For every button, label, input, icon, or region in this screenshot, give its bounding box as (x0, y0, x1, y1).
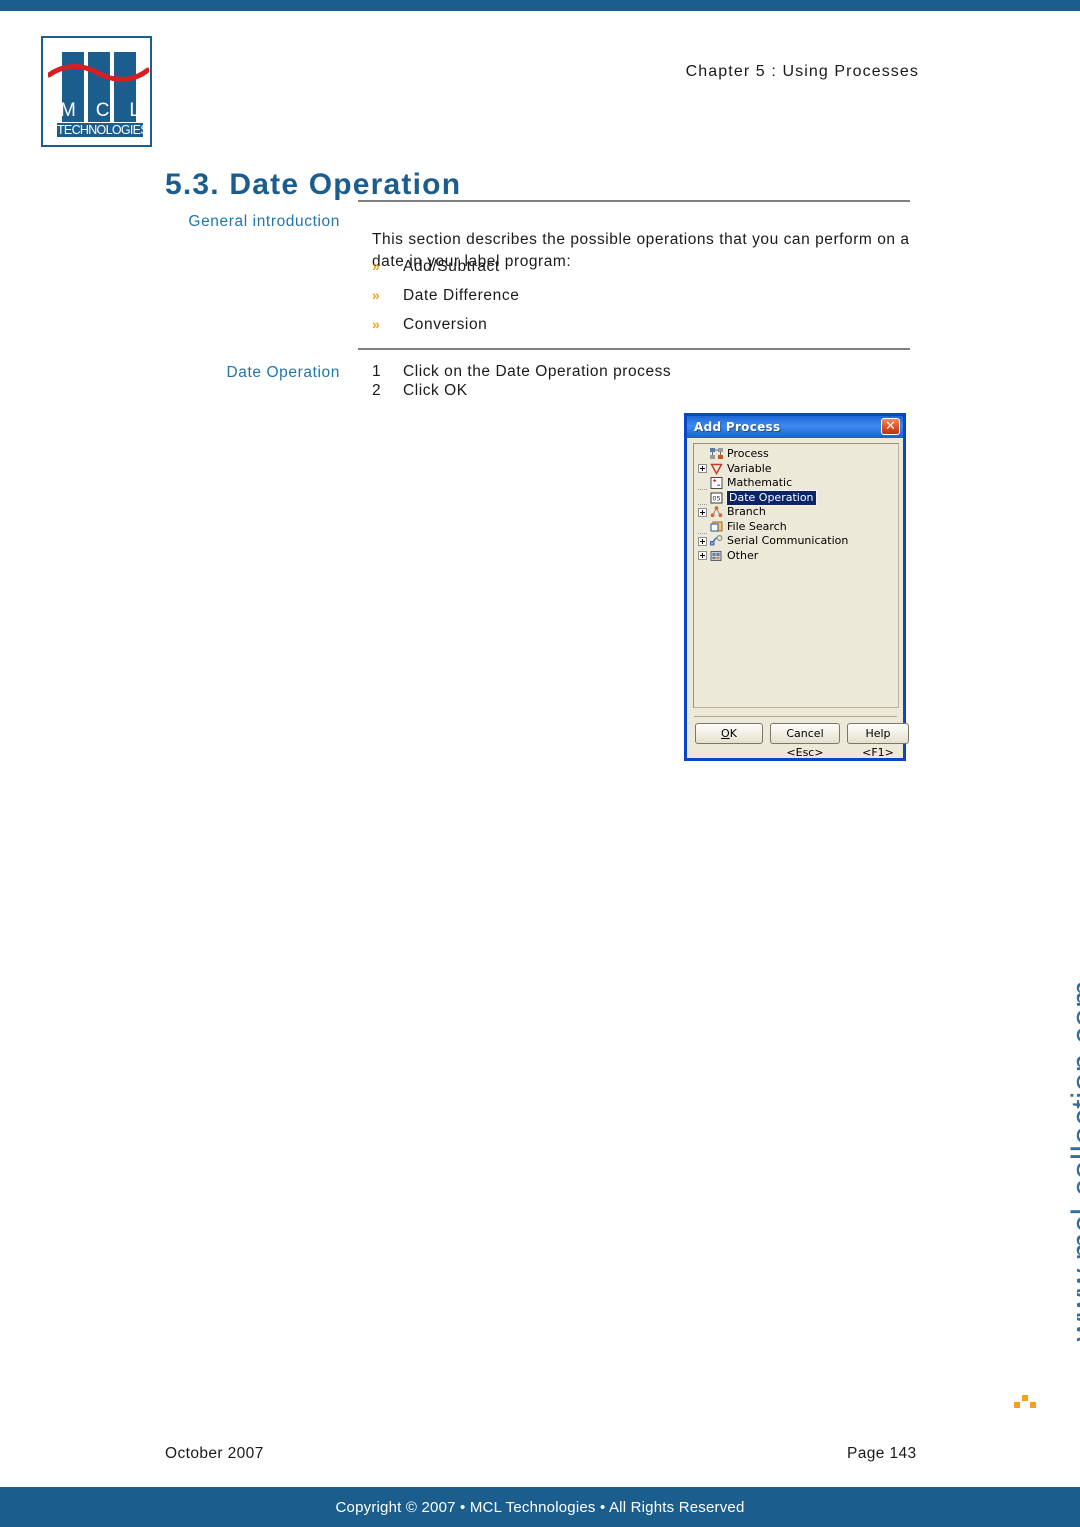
tree-node-file-search[interactable]: File Search (698, 520, 848, 535)
logo-letter-l: L (129, 100, 140, 121)
list-item: » Conversion (372, 316, 852, 345)
mcl-logo: M C L TECHNOLOGIES (41, 36, 152, 147)
watermark-logo-icon (1014, 1395, 1036, 1408)
divider-middle (358, 348, 910, 350)
chapter-header: Chapter 5 : Using Processes (685, 63, 919, 80)
general-introduction-label: General introduction (188, 213, 340, 230)
svg-text:05: 05 (712, 494, 720, 502)
expand-icon[interactable] (698, 507, 707, 517)
logo-wave-icon (48, 64, 149, 82)
footer-copyright-text: Copyright © 2007 • MCL Technologies • Al… (335, 1498, 745, 1516)
dialog-body: Process Variable Mathematic 05 Date Oper… (687, 438, 909, 759)
variable-icon (710, 463, 723, 475)
list-item-label: Conversion (403, 316, 488, 333)
page-top-accent-bar (0, 0, 1080, 11)
expand-icon[interactable] (698, 464, 707, 474)
tree-node-label: Variable (727, 461, 772, 475)
logo-letters: M C L (60, 100, 140, 122)
list-item: » Date Difference (372, 287, 852, 316)
tree-node-mathematic[interactable]: Mathematic (698, 476, 848, 491)
branch-icon (710, 506, 723, 518)
divider-top (358, 200, 910, 202)
serial-communication-icon (710, 535, 723, 547)
file-search-icon (710, 521, 723, 533)
tree-node-label: File Search (727, 519, 787, 533)
page-title: 5.3. Date Operation (165, 168, 462, 202)
ok-button-label: K (729, 727, 737, 740)
dialog-title: Add Process (694, 420, 781, 434)
step-text: Click on the Date Operation process (403, 363, 672, 380)
logo-tagline: TECHNOLOGIES (57, 123, 149, 137)
footer-date: October 2007 (165, 1445, 264, 1462)
chevron-bullet-icon: » (372, 287, 381, 303)
tree-node-other[interactable]: Other (698, 549, 848, 564)
tree-node-label: Other (727, 548, 759, 562)
ok-button-accelerator: O (721, 727, 730, 740)
list-item-label: Date Difference (403, 287, 520, 304)
tree-node-label: Serial Communication (727, 534, 849, 548)
chevron-bullet-icon: » (372, 316, 381, 332)
step-number: 1 (372, 363, 382, 380)
logo-letter-m: M (60, 100, 76, 121)
tree-node-label: Process (727, 447, 769, 461)
tree-node-label: Branch (727, 505, 766, 519)
expand-icon[interactable] (698, 536, 707, 546)
cancel-button[interactable]: Cancel <Esc> (770, 723, 840, 759)
ok-button[interactable]: OK (695, 723, 763, 744)
process-tree-pane[interactable]: Process Variable Mathematic 05 Date Oper… (693, 443, 899, 708)
date-operation-icon: 05 (710, 492, 723, 504)
list-item-label: Add/Subtract (403, 258, 500, 275)
date-operation-label: Date Operation (226, 364, 340, 381)
list-item: » Add/Subtract (372, 258, 852, 287)
mathematic-icon (710, 477, 723, 490)
logo-letter-c: C (95, 100, 110, 121)
tree-node-label: Date Operation (726, 489, 817, 506)
process-icon (710, 448, 723, 460)
close-icon[interactable]: ✕ (881, 418, 900, 435)
tree-node-process[interactable]: Process (698, 447, 848, 462)
process-tree: Process Variable Mathematic 05 Date Oper… (698, 447, 848, 563)
tree-node-label: Mathematic (727, 476, 793, 490)
operations-bullet-list: » Add/Subtract » Date Difference » Conve… (372, 258, 852, 345)
step-number: 2 (372, 382, 382, 399)
other-icon (710, 550, 723, 562)
tree-node-serial-communication[interactable]: Serial Communication (698, 534, 848, 549)
dialog-titlebar[interactable]: Add Process ✕ (687, 416, 903, 438)
footer-copyright-bar: Copyright © 2007 • MCL Technologies • Al… (0, 1487, 1080, 1527)
dialog-button-row: OK Cancel <Esc> Help <F1> (695, 723, 909, 759)
dialog-separator (694, 716, 897, 717)
footer-page-number: Page 143 (847, 1445, 917, 1462)
add-process-dialog: Add Process ✕ Process Variable Mathemati… (684, 413, 909, 761)
tree-node-branch[interactable]: Branch (698, 505, 848, 520)
tree-node-date-operation[interactable]: 05 Date Operation (698, 489, 848, 506)
step-text: Click OK (403, 382, 468, 399)
expand-icon[interactable] (698, 551, 707, 561)
chevron-bullet-icon: » (372, 258, 381, 274)
watermark-text: www.mcl-collection.com (1064, 980, 1080, 1342)
tree-node-variable[interactable]: Variable (698, 462, 848, 477)
help-button[interactable]: Help <F1> (847, 723, 909, 759)
